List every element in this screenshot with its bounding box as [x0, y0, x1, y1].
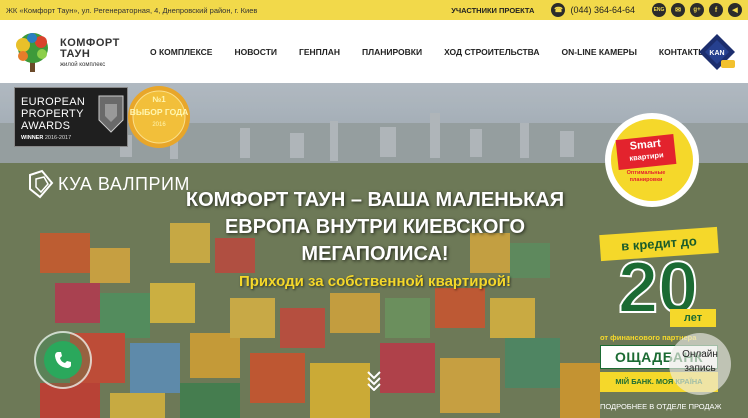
award-winner-label: WINNER — [21, 135, 44, 141]
nav-item-layouts[interactable]: ПЛАНИРОВКИ — [362, 47, 422, 57]
language-icon[interactable]: ENG — [652, 3, 666, 17]
scroll-down-icon[interactable] — [364, 369, 384, 391]
sales-details-text: ПОДРОБНЕЕ В ОТДЕЛЕ ПРОДАЖ — [600, 402, 722, 411]
award-line-1: EUROPEAN — [21, 96, 86, 108]
sound-icon[interactable]: ◀ — [728, 3, 742, 17]
award-line-3: AWARDS — [21, 120, 71, 132]
award-line-2: PROPERTY — [21, 108, 84, 120]
address-text: ЖК «Комфорт Таун», ул. Регенераторная, 4… — [6, 5, 258, 15]
smart-badge-box: Smart квартири — [615, 134, 677, 170]
callback-button[interactable] — [34, 331, 92, 389]
online-appointment-label: Онлайн запись — [682, 349, 718, 374]
smart-apartments-badge[interactable]: Smart квартири Оптимальные планировки — [605, 113, 699, 207]
nav-item-news[interactable]: НОВОСТИ — [234, 47, 277, 57]
european-property-award: EUROPEAN PROPERTY AWARDS WINNER 2016-201… — [14, 87, 128, 147]
site-logo[interactable]: КОМФОРТ ТАУН жилой комплекс — [10, 28, 130, 76]
credit-years-label-box: лет — [670, 309, 716, 327]
tree-logo-icon — [16, 33, 48, 72]
hero-subheadline: Приходи за собственной квартирой! — [238, 273, 512, 290]
phone-handset-icon — [55, 352, 71, 368]
hero-headline: КОМФОРТ ТАУН – ВАША МАЛЕНЬКАЯ ЕВРОПА ВНУ… — [185, 189, 565, 265]
medal-title: ВЫБОР ГОДА — [129, 107, 189, 117]
developer-logo-icon — [29, 169, 54, 199]
svg-text:№1: №1 — [152, 95, 166, 104]
nav-item-construction[interactable]: ХОД СТРОИТЕЛЬСТВА — [444, 47, 539, 57]
main-nav: О КОМПЛЕКСЕ НОВОСТИ ГЕНПЛАН ПЛАНИРОВКИ Х… — [150, 20, 729, 83]
kan-logo[interactable]: KAN — [697, 32, 737, 72]
logo-line-2: ТАУН — [60, 48, 91, 60]
logo-line-3: жилой комплекс — [60, 62, 106, 68]
award-title: EUROPEAN PROPERTY AWARDS — [21, 96, 85, 132]
hero-banner: EUROPEAN PROPERTY AWARDS WINNER 2016-201… — [0, 83, 748, 418]
nav-item-genplan[interactable]: ГЕНПЛАН — [299, 47, 340, 57]
nav-item-cameras[interactable]: ON-LINE КАМЕРЫ — [562, 47, 637, 57]
developer-logo: КУА ВАЛПРИМ — [28, 169, 190, 199]
phone-number[interactable]: (044) 364-64-64 — [570, 5, 635, 15]
phone-icon: ☎ — [551, 3, 566, 17]
online-appointment-button[interactable]: Онлайн запись — [669, 333, 731, 395]
mail-icon[interactable]: ✉ — [671, 3, 685, 17]
kan-logo-text: KAN — [709, 50, 724, 57]
medal-year: 2016 — [152, 122, 166, 128]
facebook-icon[interactable]: f — [709, 3, 723, 17]
credit-years-label: лет — [683, 312, 703, 324]
nav-item-about[interactable]: О КОМПЛЕКСЕ — [150, 47, 212, 57]
smart-caption: Оптимальные планировки — [626, 170, 666, 183]
participants-link[interactable]: УЧАСТНИКИ ПРОЕКТА — [451, 6, 534, 15]
award-winner: WINNER 2016-2017 — [21, 135, 71, 141]
phone-contact[interactable]: ☎ (044) 364-64-64 — [546, 3, 635, 17]
award-years: 2016-2017 — [44, 135, 72, 141]
choice-of-year-medal: №1 ВЫБОР ГОДА 2016 — [127, 85, 191, 149]
header: КОМФОРТ ТАУН жилой комплекс О КОМПЛЕКСЕ … — [0, 20, 748, 83]
medal-icon: №1 — [128, 86, 190, 148]
google-plus-icon[interactable]: g+ — [690, 3, 704, 17]
award-shield-icon — [98, 95, 124, 133]
top-bar: ЖК «Комфорт Таун», ул. Регенераторная, 4… — [0, 0, 748, 20]
callback-button-inner — [44, 341, 82, 379]
